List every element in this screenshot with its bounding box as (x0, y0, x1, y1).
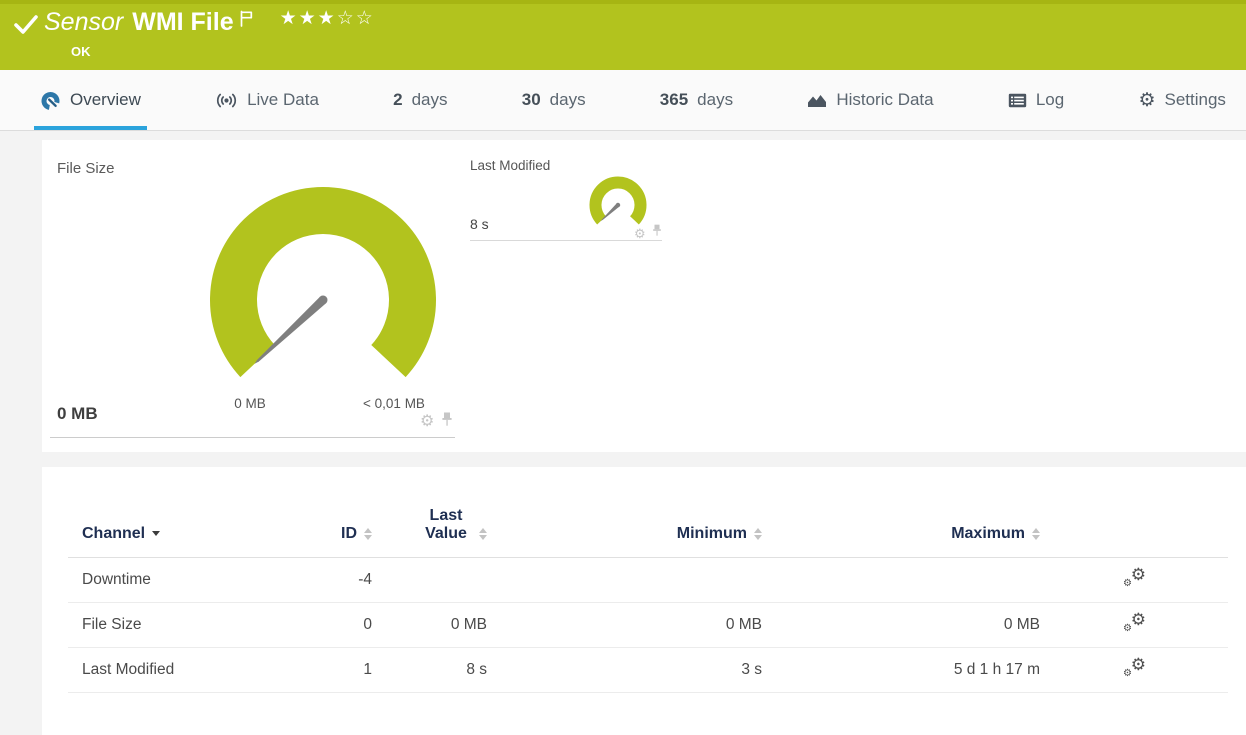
tab-settings-label: Settings (1164, 90, 1226, 109)
table-row-downtime[interactable]: Downtime -4 (68, 558, 1228, 603)
channel-settings-button[interactable] (1122, 612, 1146, 634)
sort-icon[interactable] (364, 527, 372, 540)
sort-icon[interactable] (754, 527, 762, 540)
channel-last-value: 8 s (466, 661, 487, 678)
tab-log-label: Log (1035, 90, 1065, 109)
column-header-id[interactable]: ID (300, 525, 372, 543)
column-header-minimum[interactable]: Minimum (487, 525, 762, 543)
widget-pin-icon[interactable] (441, 412, 453, 432)
tab-2-days-label: days (411, 90, 448, 109)
channel-id: -4 (358, 571, 372, 588)
tab-2-days-number: 2 (393, 90, 403, 109)
tab-2-days[interactable]: 2 days (387, 70, 453, 130)
file-size-gauge[interactable] (203, 180, 443, 425)
channel-minimum: 0 MB (725, 616, 762, 633)
widget-gear-icon[interactable] (420, 414, 434, 430)
object-kind-label: Sensor (44, 8, 124, 36)
channel-name: Downtime (82, 571, 151, 588)
sensor-header: Sensor WMI File ★★★☆☆ OK (0, 0, 1246, 70)
channel-id: 1 (363, 661, 372, 678)
sensor-title-line: Sensor WMI File ★★★☆☆ (44, 8, 375, 37)
channel-table-header: Channel ID Last Value Minimum Maximum (68, 467, 1228, 558)
tab-overview-label: Overview (70, 90, 141, 109)
column-header-channel-label: Channel (82, 525, 146, 542)
status-ok-check-icon (13, 13, 39, 42)
channel-maximum: 5 d 1 h 17 m (953, 661, 1040, 678)
channel-minimum: 3 s (741, 661, 762, 678)
column-header-minimum-label: Minimum (676, 525, 747, 542)
tab-settings[interactable]: Settings (1132, 70, 1231, 130)
tab-365-days-number: 365 (659, 90, 689, 109)
tab-365-days-label: days (697, 90, 734, 109)
gauges-panel: File Size 0 MB < 0,01 MB 0 MB Last Modif… (42, 140, 1246, 452)
tab-overview[interactable]: Overview (34, 70, 147, 130)
priority-stars-empty: ☆☆ (336, 8, 375, 29)
channel-name: File Size (82, 616, 142, 633)
channel-maximum: 0 MB (1003, 616, 1040, 633)
column-header-maximum-label: Maximum (951, 525, 1025, 542)
column-header-channel[interactable]: Channel (68, 525, 300, 543)
column-header-id-label: ID (341, 525, 357, 542)
channel-settings-button[interactable] (1122, 567, 1146, 589)
widget-gear-icon[interactable] (634, 227, 646, 240)
tab-30-days-label: days (549, 90, 586, 109)
last-modified-widget-divider (470, 240, 662, 241)
file-size-widget-actions (420, 412, 453, 432)
file-size-gauge-title: File Size (57, 160, 115, 177)
priority-stars-filled: ★★★ (279, 8, 337, 29)
column-header-maximum[interactable]: Maximum (762, 525, 1040, 543)
column-header-last-value-label: Last Value (425, 507, 467, 542)
tab-30-days[interactable]: 30 days (516, 70, 592, 130)
tab-historic-data[interactable]: Historic Data (801, 70, 939, 130)
file-size-scale-min: 0 MB (234, 396, 266, 411)
tab-bar: Overview Live Data 2 days 30 days 365 da… (0, 70, 1246, 131)
file-size-widget-divider (50, 437, 455, 438)
last-modified-gauge-title: Last Modified (470, 158, 551, 173)
table-row-last-modified[interactable]: Last Modified 1 8 s 3 s 5 d 1 h 17 m (68, 648, 1228, 693)
channels-panel: Channel ID Last Value Minimum Maximum Do… (42, 467, 1246, 735)
sort-icon[interactable] (479, 527, 487, 540)
tab-log[interactable]: Log (1002, 70, 1070, 130)
tab-365-days[interactable]: 365 days (654, 70, 739, 130)
channel-settings-button[interactable] (1122, 657, 1146, 679)
file-size-scale-max: < 0,01 MB (363, 396, 425, 411)
tab-historic-data-label: Historic Data (836, 90, 934, 109)
table-row-file-size[interactable]: File Size 0 0 MB 0 MB 0 MB (68, 603, 1228, 648)
gauge-icon (40, 90, 61, 111)
channel-id: 0 (363, 616, 372, 633)
favorite-flag-icon[interactable] (239, 10, 254, 32)
gear-icon (1138, 91, 1155, 110)
channel-table: Channel ID Last Value Minimum Maximum Do… (68, 467, 1228, 693)
area-chart-icon (807, 92, 827, 108)
tab-30-days-number: 30 (521, 90, 541, 109)
sort-icon[interactable] (1032, 527, 1040, 540)
channel-name: Last Modified (82, 661, 175, 678)
sensor-status-text: OK (71, 44, 91, 59)
sensor-name: WMI File (132, 8, 234, 36)
channel-last-value: 0 MB (450, 616, 487, 633)
live-broadcast-icon (215, 92, 238, 109)
tab-live-data-label: Live Data (247, 90, 319, 109)
priority-stars[interactable]: ★★★☆☆ (280, 7, 375, 30)
sort-active-caret-icon (152, 531, 161, 537)
log-list-icon (1008, 93, 1027, 108)
column-header-last-value[interactable]: Last Value (372, 507, 487, 543)
file-size-current-value: 0 MB (57, 404, 98, 423)
tab-live-data[interactable]: Live Data (209, 70, 325, 130)
last-modified-current-value: 8 s (470, 216, 489, 232)
